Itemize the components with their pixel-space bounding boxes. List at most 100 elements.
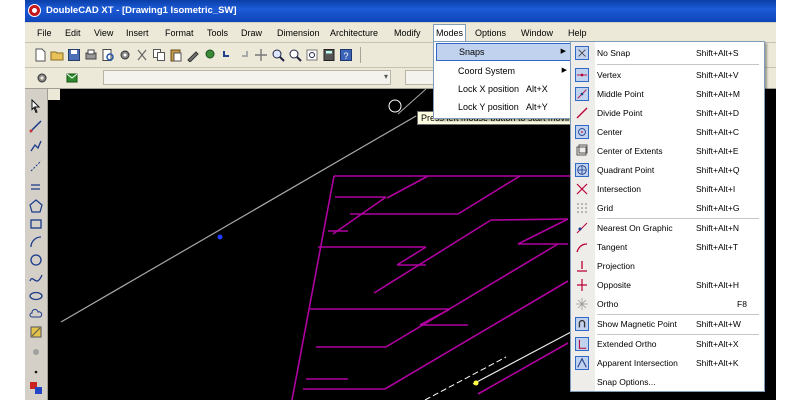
snap-item-no-snap[interactable]: No Snap Shift+Alt+S <box>571 44 764 62</box>
snap-item-ortho[interactable]: Ortho F8 <box>571 295 764 313</box>
menu-window[interactable]: Window <box>519 26 555 40</box>
snap-item-center-of-extents[interactable]: Center of Extents Shift+Alt+E <box>571 142 764 160</box>
snap-item-middle-point[interactable]: Middle Point Shift+Alt+M <box>571 85 764 103</box>
snap-item-show-magnetic-point[interactable]: Show Magnetic Point Shift+Alt+W <box>571 315 764 333</box>
title-bar: DoubleCAD XT - [Drawing1 Isometric_SW] <box>25 0 776 22</box>
zoom-icon[interactable] <box>271 48 285 62</box>
help-icon[interactable]: ? <box>339 48 353 62</box>
undo-icon[interactable] <box>220 48 234 62</box>
text-tool-icon[interactable] <box>29 345 43 359</box>
menu-edit[interactable]: Edit <box>63 26 83 40</box>
polyline-tool-icon[interactable] <box>29 139 43 153</box>
hatch-tool-icon[interactable] <box>29 325 43 339</box>
cut-icon[interactable] <box>135 48 149 62</box>
app-window: DoubleCAD XT - [Drawing1 Isometric_SW] F… <box>25 0 776 400</box>
match-properties-icon[interactable] <box>186 48 200 62</box>
snap-item-tangent[interactable]: Tangent Shift+Alt+T <box>571 238 764 256</box>
ortho-icon <box>576 298 588 310</box>
menu-options[interactable]: Options <box>473 26 508 40</box>
magnetic-point-icon <box>575 317 589 331</box>
apparent-intersection-icon <box>575 356 589 370</box>
vertex-snap-icon <box>575 68 589 82</box>
drawing-tools-strip <box>25 89 48 400</box>
window-title: DoubleCAD XT - [Drawing1 Isometric_SW] <box>46 5 237 16</box>
modes-menu: Snaps ▶ Coord System ▶ Lock X position A… <box>433 41 575 119</box>
dimension-line <box>424 356 507 400</box>
layer-manager-icon[interactable] <box>65 71 79 85</box>
print-icon[interactable] <box>84 48 98 62</box>
menu-view[interactable]: View <box>92 26 115 40</box>
move-icon[interactable] <box>254 48 268 62</box>
menu-help[interactable]: Help <box>566 26 589 40</box>
menu-architecture[interactable]: Architecture <box>328 26 380 40</box>
properties-icon[interactable] <box>118 48 132 62</box>
calculator-icon[interactable] <box>322 48 336 62</box>
block-insert-icon[interactable] <box>29 381 43 395</box>
center-extents-icon <box>576 144 588 156</box>
settings-gear-icon[interactable] <box>35 71 49 85</box>
menu-tools[interactable]: Tools <box>205 26 230 40</box>
menu-separator <box>597 64 759 65</box>
snap-item-center[interactable]: Center Shift+Alt+C <box>571 123 764 141</box>
menu-bar: File Edit View Insert Format Tools Draw … <box>25 23 776 43</box>
snap-item-quadrant-point[interactable]: Quadrant Point Shift+Alt+Q <box>571 161 764 179</box>
snap-item-extended-ortho[interactable]: Extended Ortho Shift+Alt+X <box>571 335 764 353</box>
construction-line-icon[interactable] <box>29 159 43 173</box>
menu-file[interactable]: File <box>35 26 54 40</box>
middle-point-icon <box>575 87 589 101</box>
save-icon[interactable] <box>67 48 81 62</box>
leader-line <box>472 331 572 385</box>
snap-item-opposite[interactable]: Opposite Shift+Alt+H <box>571 276 764 294</box>
floor-tile-pattern <box>291 175 608 400</box>
snap-item-apparent-intersection[interactable]: Apparent Intersection Shift+Alt+K <box>571 354 764 372</box>
new-file-icon[interactable] <box>33 48 47 62</box>
zoom-extents-icon[interactable] <box>305 48 319 62</box>
snap-item-grid[interactable]: Grid Shift+Alt+G <box>571 199 764 217</box>
print-preview-icon[interactable] <box>101 48 115 62</box>
menu-format[interactable]: Format <box>163 26 196 40</box>
snap-item-snap-options[interactable]: Snap Options... <box>571 373 764 391</box>
layer-dropdown[interactable]: ▾ <box>103 70 391 85</box>
tangent-icon <box>576 243 588 253</box>
point-tool-icon[interactable] <box>29 365 43 379</box>
menu-dimension[interactable]: Dimension <box>275 26 322 40</box>
vertex-marker <box>217 234 223 240</box>
quadrant-point-icon <box>575 163 589 177</box>
snaps-submenu: No Snap Shift+Alt+S Vertex Shift+Alt+V M… <box>570 41 765 392</box>
menu-item-lock-x[interactable]: Lock X position Alt+X <box>436 80 572 98</box>
line-tool-icon[interactable] <box>29 119 43 133</box>
menu-insert[interactable]: Insert <box>124 26 151 40</box>
menu-item-snaps[interactable]: Snaps ▶ <box>436 43 572 61</box>
snap-item-projection[interactable]: Projection <box>571 257 764 275</box>
ellipse-tool-icon[interactable] <box>29 289 43 303</box>
snap-item-vertex[interactable]: Vertex Shift+Alt+V <box>571 66 764 84</box>
paste-icon[interactable] <box>169 48 183 62</box>
menu-modes[interactable]: Modes <box>433 24 467 42</box>
rectangle-tool-icon[interactable] <box>29 217 43 231</box>
menu-modify[interactable]: Modify <box>392 26 423 40</box>
menu-item-coord-system[interactable]: Coord System ▶ <box>436 62 572 80</box>
center-icon <box>575 125 589 139</box>
submenu-arrow-icon: ▶ <box>561 67 567 74</box>
app-logo-icon[interactable] <box>28 4 41 17</box>
revcloud-tool-icon[interactable] <box>29 307 43 321</box>
pick-icon[interactable] <box>203 48 217 62</box>
construction-line <box>60 115 417 323</box>
select-arrow-icon[interactable] <box>29 99 43 113</box>
extended-ortho-icon <box>575 337 589 351</box>
zoom-window-icon[interactable] <box>288 48 302 62</box>
spline-tool-icon[interactable] <box>29 271 43 285</box>
snap-item-nearest-on-graphic[interactable]: Nearest On Graphic Shift+Alt+N <box>571 219 764 237</box>
menu-item-lock-y[interactable]: Lock Y position Alt+Y <box>436 98 572 116</box>
snap-point-marker <box>473 380 479 386</box>
arc-tool-icon[interactable] <box>29 235 43 249</box>
open-folder-icon[interactable] <box>50 48 64 62</box>
menu-draw[interactable]: Draw <box>239 26 264 40</box>
copy-icon[interactable] <box>152 48 166 62</box>
snap-item-intersection[interactable]: Intersection Shift+Alt+I <box>571 180 764 198</box>
double-line-icon[interactable] <box>29 179 43 193</box>
snap-item-divide-point[interactable]: Divide Point Shift+Alt+D <box>571 104 764 122</box>
redo-icon[interactable] <box>237 48 251 62</box>
polygon-tool-icon[interactable] <box>29 199 43 213</box>
circle-tool-icon[interactable] <box>29 253 43 267</box>
